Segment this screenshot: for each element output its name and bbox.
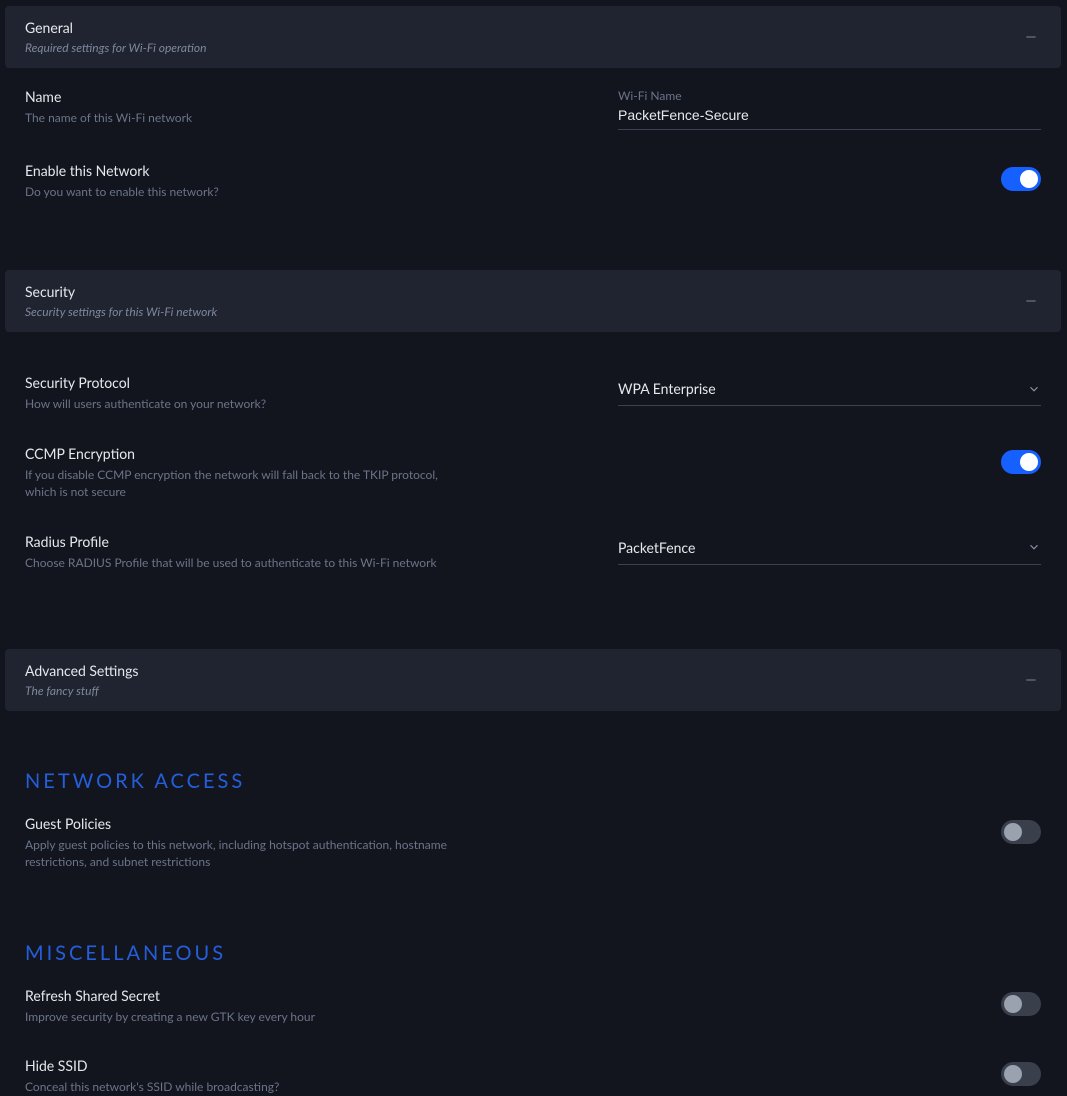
ccmp-toggle[interactable] [1001, 450, 1041, 474]
security-protocol-label: Security Protocol [25, 374, 598, 391]
name-placeholder-label: Wi-Fi Name [618, 88, 1041, 103]
enable-network-toggle[interactable] [1001, 167, 1041, 191]
guest-label: Guest Policies [25, 815, 598, 832]
section-title: Security [25, 283, 217, 300]
security-protocol-select[interactable]: WPA Enterprise [618, 374, 1041, 406]
hide-ssid-toggle[interactable] [1001, 1062, 1041, 1086]
section-header-advanced[interactable]: Advanced Settings The fancy stuff [5, 649, 1061, 711]
section-header-general[interactable]: General Required settings for Wi-Fi oper… [5, 6, 1061, 68]
radius-desc: Choose RADIUS Profile that will be used … [25, 554, 455, 571]
collapse-icon[interactable] [1021, 670, 1041, 690]
security-protocol-value: WPA Enterprise [618, 380, 716, 397]
section-title: General [25, 19, 206, 36]
chevron-down-icon [1027, 540, 1041, 554]
section-subtitle: The fancy stuff [25, 683, 138, 698]
section-subtitle: Required settings for Wi-Fi operation [25, 40, 206, 55]
name-input[interactable] [618, 105, 1041, 130]
refresh-label: Refresh Shared Secret [25, 987, 598, 1004]
row-guest-policies: Guest Policies Apply guest policies to t… [5, 815, 1061, 871]
row-security-protocol: Security Protocol How will users authent… [5, 374, 1061, 412]
hide-ssid-label: Hide SSID [25, 1057, 598, 1074]
name-desc: The name of this Wi-Fi network [25, 109, 455, 126]
row-refresh-secret: Refresh Shared Secret Improve security b… [5, 987, 1061, 1025]
enable-label: Enable this Network [25, 162, 598, 179]
network-access-heading: NETWORK ACCESS [5, 769, 1061, 793]
refresh-desc: Improve security by creating a new GTK k… [25, 1008, 455, 1025]
chevron-down-icon [1027, 382, 1041, 396]
radius-label: Radius Profile [25, 533, 598, 550]
collapse-icon[interactable] [1021, 291, 1041, 311]
row-enable-network: Enable this Network Do you want to enabl… [5, 162, 1061, 200]
name-label: Name [25, 88, 598, 105]
section-title: Advanced Settings [25, 662, 138, 679]
radius-profile-select[interactable]: PacketFence [618, 533, 1041, 565]
security-protocol-desc: How will users authenticate on your netw… [25, 395, 455, 412]
ccmp-label: CCMP Encryption [25, 445, 598, 462]
guest-desc: Apply guest policies to this network, in… [25, 836, 455, 871]
section-header-security[interactable]: Security Security settings for this Wi-F… [5, 270, 1061, 332]
hide-ssid-desc: Conceal this network's SSID while broadc… [25, 1078, 455, 1095]
guest-policies-toggle[interactable] [1001, 820, 1041, 844]
collapse-icon[interactable] [1021, 27, 1041, 47]
misc-heading: MISCELLANEOUS [5, 941, 1061, 965]
enable-desc: Do you want to enable this network? [25, 183, 455, 200]
row-ccmp-encryption: CCMP Encryption If you disable CCMP encr… [5, 445, 1061, 501]
ccmp-desc: If you disable CCMP encryption the netwo… [25, 466, 455, 501]
refresh-secret-toggle[interactable] [1001, 992, 1041, 1016]
section-subtitle: Security settings for this Wi-Fi network [25, 304, 217, 319]
row-radius-profile: Radius Profile Choose RADIUS Profile tha… [5, 533, 1061, 571]
radius-profile-value: PacketFence [618, 539, 695, 556]
row-name: Name The name of this Wi-Fi network Wi-F… [5, 88, 1061, 130]
row-hide-ssid: Hide SSID Conceal this network's SSID wh… [5, 1057, 1061, 1095]
